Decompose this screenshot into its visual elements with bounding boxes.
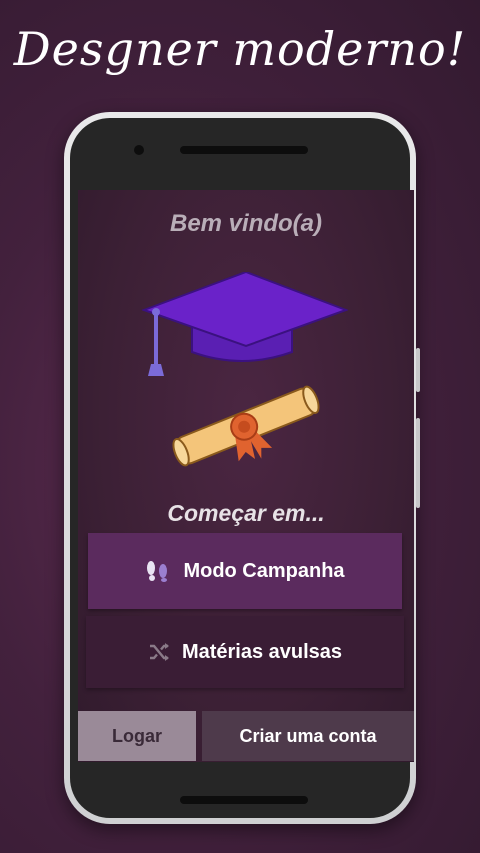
phone-volume-button — [416, 418, 420, 508]
start-prompt: Começar em... — [167, 500, 325, 526]
campaign-mode-button[interactable]: Modo Campanha — [88, 533, 402, 609]
diploma-icon — [172, 385, 320, 467]
camera-icon — [134, 145, 144, 155]
single-subjects-label: Matérias avulsas — [181, 640, 343, 663]
graduation-cap-icon — [142, 272, 348, 376]
login-button[interactable]: Logar — [78, 711, 196, 761]
speaker-bottom — [180, 796, 308, 804]
phone-frame: Bem vindo(a) Começar em... Modo Campanha… — [64, 112, 420, 824]
app-screen: Bem vindo(a) Começar em... Modo Campanha… — [78, 190, 414, 762]
promo-headline: Desgner moderno! — [13, 22, 467, 76]
create-account-button[interactable]: Criar uma conta — [202, 711, 414, 761]
phone-body: Bem vindo(a) Começar em... Modo Campanha… — [70, 118, 414, 818]
footprints-icon — [145, 560, 171, 582]
phone-side-button — [416, 348, 420, 392]
shuffle-icon — [148, 642, 170, 662]
single-subjects-button[interactable]: Matérias avulsas — [86, 616, 404, 688]
speaker-top — [180, 146, 308, 154]
campaign-mode-label: Modo Campanha — [183, 559, 345, 582]
welcome-title: Bem vindo(a) — [169, 210, 322, 237]
